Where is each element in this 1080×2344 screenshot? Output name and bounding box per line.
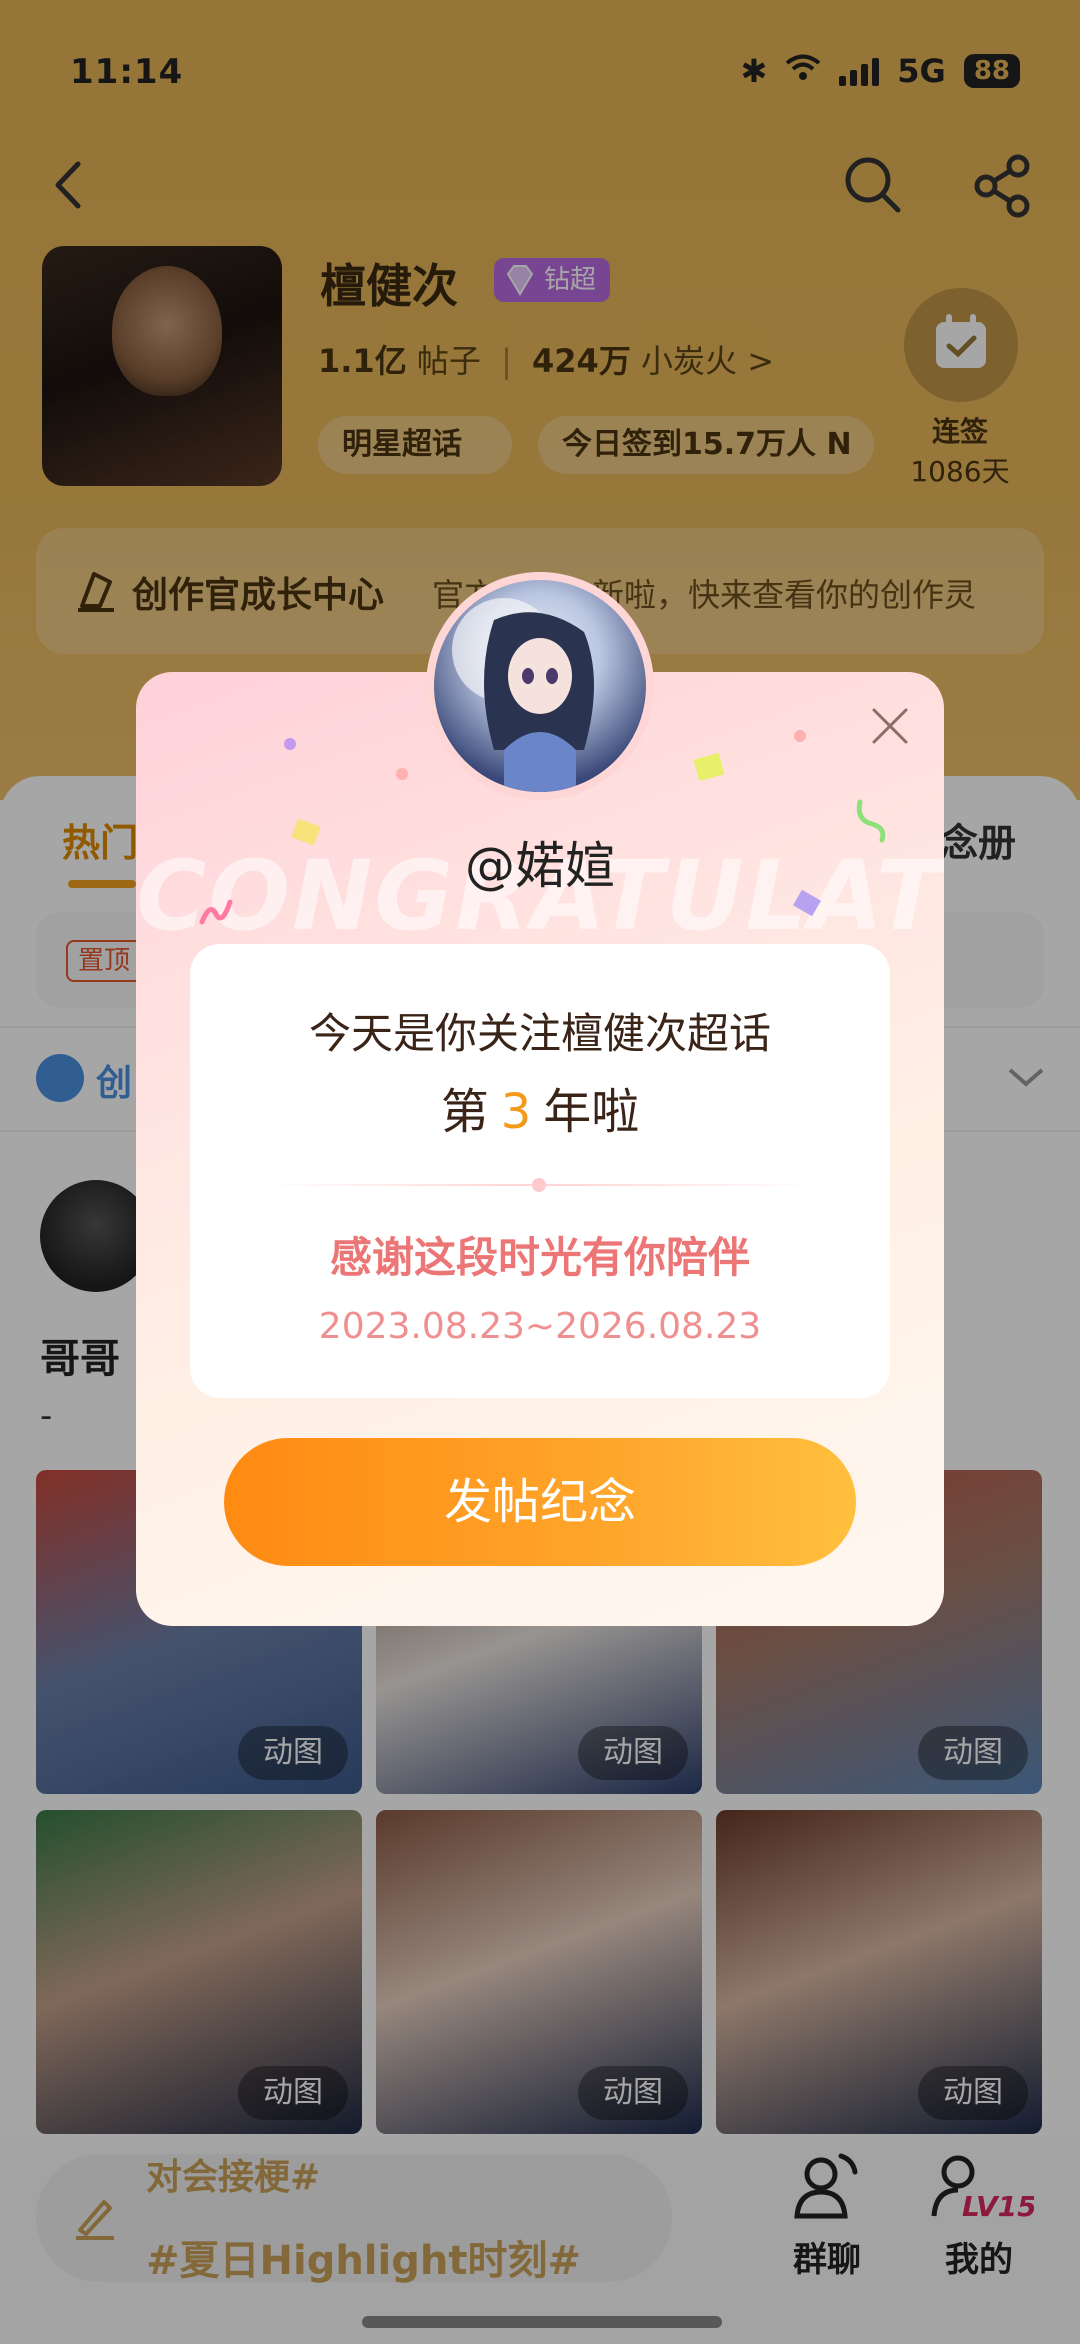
card-divider-heart: [532, 1178, 546, 1192]
confetti-piece: [284, 738, 296, 750]
user-avatar: [434, 580, 646, 792]
post-commemorate-button[interactable]: 发帖纪念: [224, 1438, 856, 1566]
anniversary-line2: 第 3 年啦: [190, 1072, 890, 1142]
anniversary-years: 3: [500, 1084, 532, 1140]
username: @婼媗: [465, 837, 615, 895]
close-icon[interactable]: [862, 698, 918, 754]
confetti-piece: [794, 730, 806, 742]
confetti-piece: [693, 753, 725, 781]
anniversary-prefix: 第: [440, 1084, 489, 1140]
thanks-text: 感谢这段时光有你陪伴: [329, 1233, 750, 1282]
user-avatar-frame: [426, 572, 654, 800]
confetti-piece: [396, 768, 408, 780]
confetti-ribbon: [199, 899, 233, 925]
follow-date-range: 2023.08.23~2026.08.23: [318, 1306, 762, 1347]
anniversary-line1: 今天是你关注檀健次超话: [308, 1009, 771, 1058]
anime-avatar-illustration: [452, 598, 594, 792]
anniversary-suffix: 年啦: [543, 1084, 640, 1140]
